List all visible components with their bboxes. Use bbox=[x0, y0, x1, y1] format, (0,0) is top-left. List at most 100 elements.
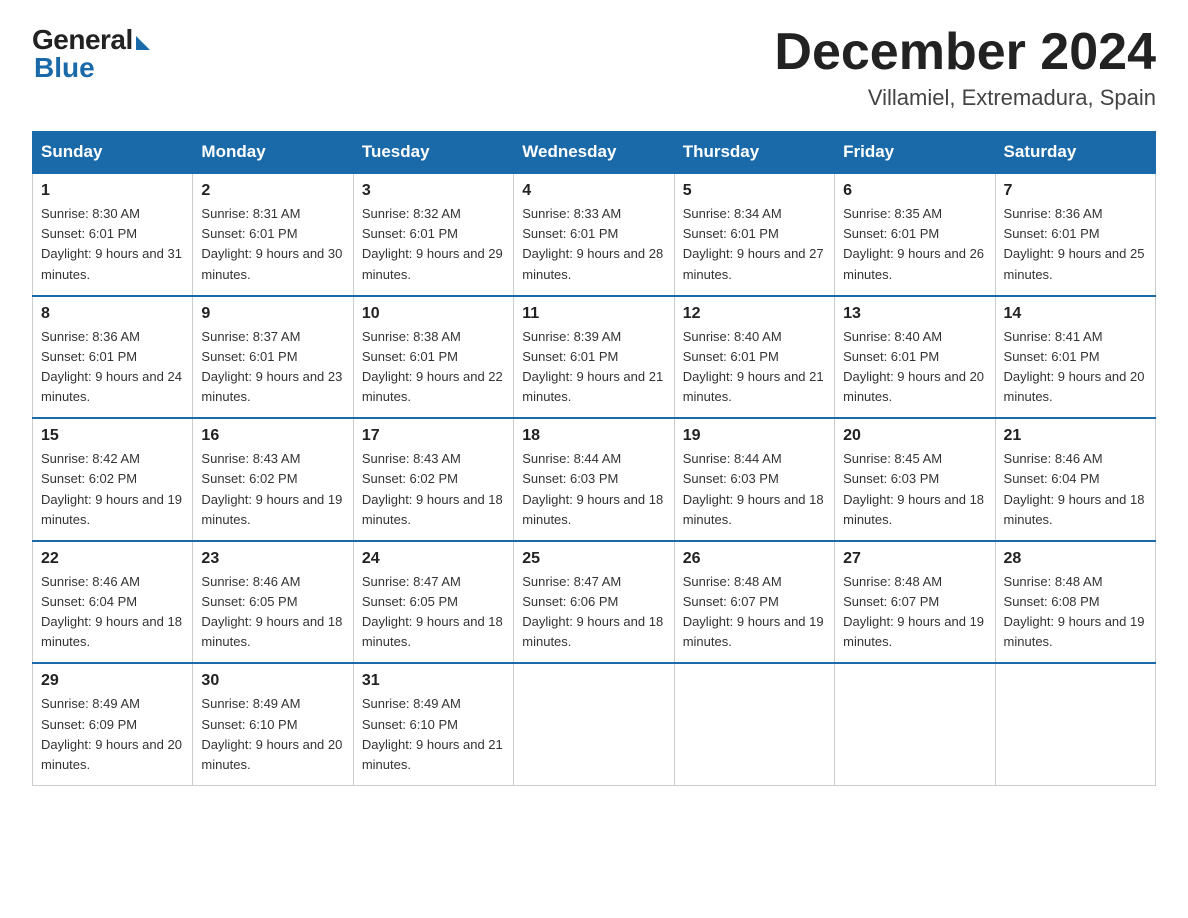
day-cell: 4Sunrise: 8:33 AM Sunset: 6:01 PM Daylig… bbox=[514, 173, 674, 296]
day-cell: 23Sunrise: 8:46 AM Sunset: 6:05 PM Dayli… bbox=[193, 541, 353, 664]
week-row-2: 8 Sunrise: 8:36 AM Sunset: 6:01 PM Daylig… bbox=[33, 296, 1156, 419]
day-cell: 25Sunrise: 8:47 AM Sunset: 6:06 PM Dayli… bbox=[514, 541, 674, 664]
day-cell: 14 Sunrise: 8:41 AM Sunset: 6:01 PM Dayli… bbox=[995, 296, 1155, 419]
week-row-1: 1 Sunrise: 8:30 AM Sunset: 6:01 PM Daylig… bbox=[33, 173, 1156, 296]
calendar-header-row: SundayMondayTuesdayWednesdayThursdayFrid… bbox=[33, 132, 1156, 174]
day-cell: 29 Sunrise: 8:49 AM Sunset: 6:09 PM Dayli… bbox=[33, 663, 193, 785]
day-cell bbox=[674, 663, 834, 785]
day-cell: 24Sunrise: 8:47 AM Sunset: 6:05 PM Dayli… bbox=[353, 541, 513, 664]
day-info: Sunrise: 8:43 AM Sunset: 6:02 PM Dayligh… bbox=[362, 449, 505, 530]
day-number: 29 bbox=[41, 672, 184, 690]
day-cell: 21 Sunrise: 8:46 AM Sunset: 6:04 PM Dayli… bbox=[995, 418, 1155, 541]
location-subtitle: Villamiel, Extremadura, Spain bbox=[774, 85, 1156, 111]
day-number: 27 bbox=[843, 550, 986, 568]
day-info: Sunrise: 8:44 AM Sunset: 6:03 PM Dayligh… bbox=[683, 449, 826, 530]
day-number: 9 bbox=[201, 305, 344, 323]
day-info: Sunrise: 8:46 AM Sunset: 6:04 PM Dayligh… bbox=[1004, 449, 1147, 530]
day-cell: 19 Sunrise: 8:44 AM Sunset: 6:03 PM Dayli… bbox=[674, 418, 834, 541]
day-cell: 5 Sunrise: 8:34 AM Sunset: 6:01 PM Daylig… bbox=[674, 173, 834, 296]
day-cell: 13Sunrise: 8:40 AM Sunset: 6:01 PM Dayli… bbox=[835, 296, 995, 419]
day-cell: 31 Sunrise: 8:49 AM Sunset: 6:10 PM Dayli… bbox=[353, 663, 513, 785]
day-info: Sunrise: 8:44 AM Sunset: 6:03 PM Dayligh… bbox=[522, 449, 665, 530]
day-number: 2 bbox=[201, 182, 344, 200]
day-number: 30 bbox=[201, 672, 344, 690]
day-cell bbox=[514, 663, 674, 785]
day-info: Sunrise: 8:32 AM Sunset: 6:01 PM Dayligh… bbox=[362, 204, 505, 285]
day-info: Sunrise: 8:46 AM Sunset: 6:04 PM Dayligh… bbox=[41, 572, 184, 653]
day-cell: 6 Sunrise: 8:35 AM Sunset: 6:01 PM Daylig… bbox=[835, 173, 995, 296]
day-number: 1 bbox=[41, 182, 184, 200]
day-number: 17 bbox=[362, 427, 505, 445]
day-info: Sunrise: 8:45 AM Sunset: 6:03 PM Dayligh… bbox=[843, 449, 986, 530]
week-row-5: 29 Sunrise: 8:49 AM Sunset: 6:09 PM Dayli… bbox=[33, 663, 1156, 785]
day-number: 26 bbox=[683, 550, 826, 568]
day-info: Sunrise: 8:35 AM Sunset: 6:01 PM Dayligh… bbox=[843, 204, 986, 285]
title-block: December 2024 Villamiel, Extremadura, Sp… bbox=[774, 24, 1156, 111]
day-info: Sunrise: 8:41 AM Sunset: 6:01 PM Dayligh… bbox=[1004, 327, 1147, 408]
logo-blue-text: Blue bbox=[34, 52, 95, 84]
day-number: 5 bbox=[683, 182, 826, 200]
column-header-saturday: Saturday bbox=[995, 132, 1155, 174]
day-number: 12 bbox=[683, 305, 826, 323]
day-cell: 1 Sunrise: 8:30 AM Sunset: 6:01 PM Daylig… bbox=[33, 173, 193, 296]
day-number: 23 bbox=[201, 550, 344, 568]
column-header-wednesday: Wednesday bbox=[514, 132, 674, 174]
day-info: Sunrise: 8:30 AM Sunset: 6:01 PM Dayligh… bbox=[41, 204, 184, 285]
day-number: 22 bbox=[41, 550, 184, 568]
day-info: Sunrise: 8:40 AM Sunset: 6:01 PM Dayligh… bbox=[683, 327, 826, 408]
day-info: Sunrise: 8:37 AM Sunset: 6:01 PM Dayligh… bbox=[201, 327, 344, 408]
day-info: Sunrise: 8:47 AM Sunset: 6:05 PM Dayligh… bbox=[362, 572, 505, 653]
day-info: Sunrise: 8:43 AM Sunset: 6:02 PM Dayligh… bbox=[201, 449, 344, 530]
day-cell: 15Sunrise: 8:42 AM Sunset: 6:02 PM Dayli… bbox=[33, 418, 193, 541]
week-row-4: 22 Sunrise: 8:46 AM Sunset: 6:04 PM Dayli… bbox=[33, 541, 1156, 664]
day-cell: 10Sunrise: 8:38 AM Sunset: 6:01 PM Dayli… bbox=[353, 296, 513, 419]
day-info: Sunrise: 8:48 AM Sunset: 6:08 PM Dayligh… bbox=[1004, 572, 1147, 653]
day-cell: 22 Sunrise: 8:46 AM Sunset: 6:04 PM Dayli… bbox=[33, 541, 193, 664]
day-cell: 7Sunrise: 8:36 AM Sunset: 6:01 PM Daylig… bbox=[995, 173, 1155, 296]
day-cell: 8 Sunrise: 8:36 AM Sunset: 6:01 PM Daylig… bbox=[33, 296, 193, 419]
day-info: Sunrise: 8:36 AM Sunset: 6:01 PM Dayligh… bbox=[41, 327, 184, 408]
day-cell: 12 Sunrise: 8:40 AM Sunset: 6:01 PM Dayli… bbox=[674, 296, 834, 419]
day-info: Sunrise: 8:42 AM Sunset: 6:02 PM Dayligh… bbox=[41, 449, 184, 530]
day-info: Sunrise: 8:49 AM Sunset: 6:10 PM Dayligh… bbox=[362, 694, 505, 775]
day-number: 28 bbox=[1004, 550, 1147, 568]
day-cell: 27Sunrise: 8:48 AM Sunset: 6:07 PM Dayli… bbox=[835, 541, 995, 664]
day-number: 13 bbox=[843, 305, 986, 323]
day-cell: 17 Sunrise: 8:43 AM Sunset: 6:02 PM Dayli… bbox=[353, 418, 513, 541]
day-info: Sunrise: 8:34 AM Sunset: 6:01 PM Dayligh… bbox=[683, 204, 826, 285]
day-cell bbox=[835, 663, 995, 785]
day-cell: 26Sunrise: 8:48 AM Sunset: 6:07 PM Dayli… bbox=[674, 541, 834, 664]
day-info: Sunrise: 8:49 AM Sunset: 6:10 PM Dayligh… bbox=[201, 694, 344, 775]
day-number: 31 bbox=[362, 672, 505, 690]
day-info: Sunrise: 8:36 AM Sunset: 6:01 PM Dayligh… bbox=[1004, 204, 1147, 285]
logo: General Blue bbox=[32, 24, 150, 84]
page-header: General Blue December 2024 Villamiel, Ex… bbox=[32, 24, 1156, 111]
day-cell: 2 Sunrise: 8:31 AM Sunset: 6:01 PM Daylig… bbox=[193, 173, 353, 296]
column-header-thursday: Thursday bbox=[674, 132, 834, 174]
column-header-friday: Friday bbox=[835, 132, 995, 174]
day-cell bbox=[995, 663, 1155, 785]
logo-triangle-icon bbox=[136, 36, 150, 50]
day-cell: 16Sunrise: 8:43 AM Sunset: 6:02 PM Dayli… bbox=[193, 418, 353, 541]
day-cell: 18 Sunrise: 8:44 AM Sunset: 6:03 PM Dayli… bbox=[514, 418, 674, 541]
day-cell: 30 Sunrise: 8:49 AM Sunset: 6:10 PM Dayli… bbox=[193, 663, 353, 785]
day-cell: 11Sunrise: 8:39 AM Sunset: 6:01 PM Dayli… bbox=[514, 296, 674, 419]
day-cell: 28 Sunrise: 8:48 AM Sunset: 6:08 PM Dayli… bbox=[995, 541, 1155, 664]
column-header-monday: Monday bbox=[193, 132, 353, 174]
day-info: Sunrise: 8:38 AM Sunset: 6:01 PM Dayligh… bbox=[362, 327, 505, 408]
month-title: December 2024 bbox=[774, 24, 1156, 81]
day-number: 25 bbox=[522, 550, 665, 568]
day-info: Sunrise: 8:31 AM Sunset: 6:01 PM Dayligh… bbox=[201, 204, 344, 285]
day-info: Sunrise: 8:39 AM Sunset: 6:01 PM Dayligh… bbox=[522, 327, 665, 408]
column-header-tuesday: Tuesday bbox=[353, 132, 513, 174]
day-number: 18 bbox=[522, 427, 665, 445]
day-number: 6 bbox=[843, 182, 986, 200]
day-number: 21 bbox=[1004, 427, 1147, 445]
day-number: 8 bbox=[41, 305, 184, 323]
day-cell: 20Sunrise: 8:45 AM Sunset: 6:03 PM Dayli… bbox=[835, 418, 995, 541]
calendar-table: SundayMondayTuesdayWednesdayThursdayFrid… bbox=[32, 131, 1156, 786]
day-cell: 3Sunrise: 8:32 AM Sunset: 6:01 PM Daylig… bbox=[353, 173, 513, 296]
day-info: Sunrise: 8:49 AM Sunset: 6:09 PM Dayligh… bbox=[41, 694, 184, 775]
day-number: 19 bbox=[683, 427, 826, 445]
day-number: 14 bbox=[1004, 305, 1147, 323]
